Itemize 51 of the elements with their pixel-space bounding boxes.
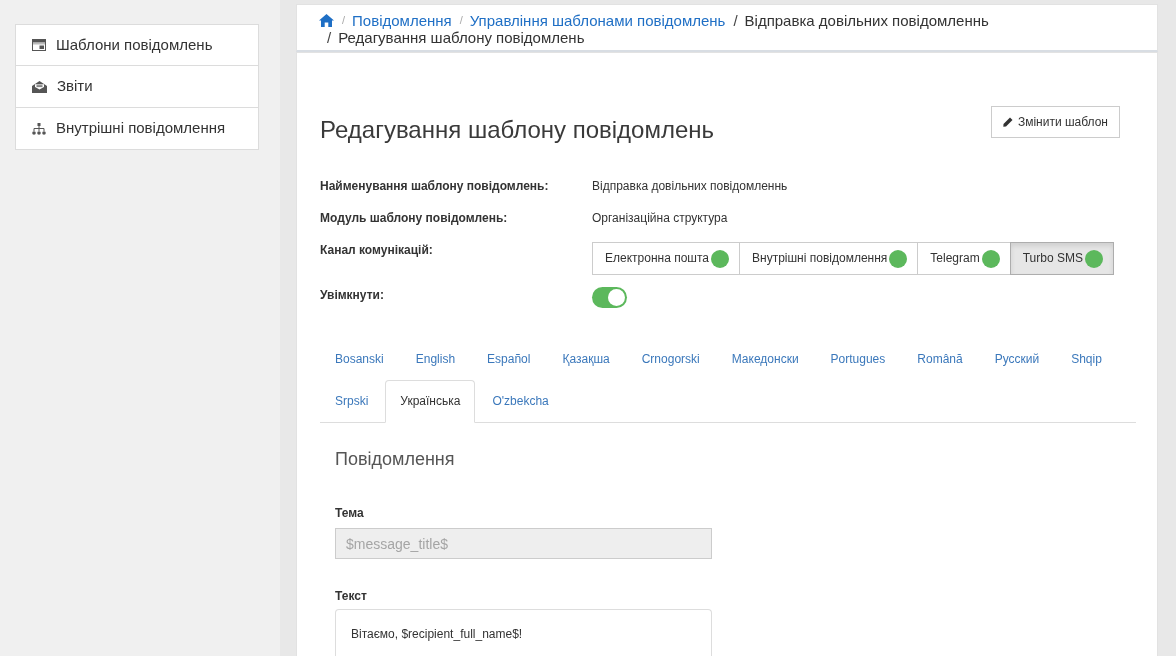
field-label: Увімкнути: — [320, 287, 384, 304]
language-tab[interactable]: English — [400, 338, 471, 381]
language-tab[interactable]: Shqip — [1056, 338, 1117, 381]
status-dot-icon — [889, 249, 908, 268]
home-icon — [319, 14, 334, 27]
breadcrumb-link[interactable]: Повідомлення — [352, 12, 452, 29]
language-tab[interactable]: Қазақша — [547, 338, 625, 381]
pencil-icon — [1002, 117, 1013, 127]
channel-button[interactable]: Telegram — [917, 242, 1011, 275]
language-tab[interactable]: Español — [472, 338, 546, 381]
language-tab[interactable]: Portugues — [815, 338, 901, 381]
language-tab[interactable]: Bosanski — [320, 338, 399, 381]
window-icon — [32, 39, 46, 51]
status-dot-icon — [711, 249, 729, 268]
field-label: Модуль шаблону повідомлень: — [320, 210, 508, 227]
breadcrumb-separator: / — [733, 12, 738, 29]
field-label: Текст — [335, 589, 367, 603]
language-tab[interactable]: O'zbekcha — [477, 380, 564, 423]
breadcrumb-separator: / — [459, 13, 463, 28]
field-value: Відправка довільних повідомленнь — [592, 178, 788, 195]
language-tab[interactable]: Українська — [385, 380, 476, 423]
breadcrumb-link[interactable]: Управління шаблонами повідомлень — [469, 12, 726, 29]
message-text-editor[interactable]: Вітаємо, $recipient_full_name$! — [335, 609, 712, 656]
language-tab[interactable]: Română — [902, 338, 978, 381]
status-dot-icon — [981, 249, 1000, 268]
channel-button[interactable]: Turbo SMS — [1009, 242, 1114, 275]
field-label: Канал комунікацій: — [320, 242, 433, 259]
page-title: Редагування шаблону повідомлень — [320, 116, 715, 144]
field-label: Найменування шаблону повідомлень: — [320, 178, 549, 195]
channel-button[interactable]: Електронна пошта — [592, 242, 740, 275]
language-tab[interactable]: Srpski — [320, 380, 384, 423]
breadcrumb-separator: / — [342, 13, 346, 28]
sitemap-icon — [32, 122, 46, 135]
language-tab[interactable]: Македонски — [716, 338, 814, 381]
breadcrumb-separator: / — [327, 29, 332, 46]
breadcrumb-text: Відправка довільних повідомленнь — [744, 12, 989, 29]
status-dot-icon — [1084, 249, 1103, 268]
channel-button[interactable]: Внутрішні повідомлення — [739, 242, 919, 275]
language-tab[interactable]: Русский — [979, 338, 1055, 381]
language-tab[interactable]: Crnogorski — [626, 338, 715, 381]
sidebar-item[interactable]: Внутрішні повідомлення — [15, 108, 259, 150]
breadcrumb-text: Редагування шаблону повідомлень — [338, 29, 585, 46]
toggle-switch[interactable] — [592, 287, 627, 308]
sidebar-item[interactable]: Шаблони повідомлень — [15, 24, 259, 66]
envelope-icon — [32, 80, 47, 93]
home-link[interactable] — [319, 14, 334, 27]
edit-template-button[interactable]: Змінити шаблон — [990, 106, 1120, 138]
field-value: Організаційна структура — [592, 210, 728, 227]
sidebar-item[interactable]: Звіти — [15, 66, 259, 108]
field-label: Тема — [335, 506, 364, 520]
section-heading: Повідомлення — [335, 448, 455, 470]
